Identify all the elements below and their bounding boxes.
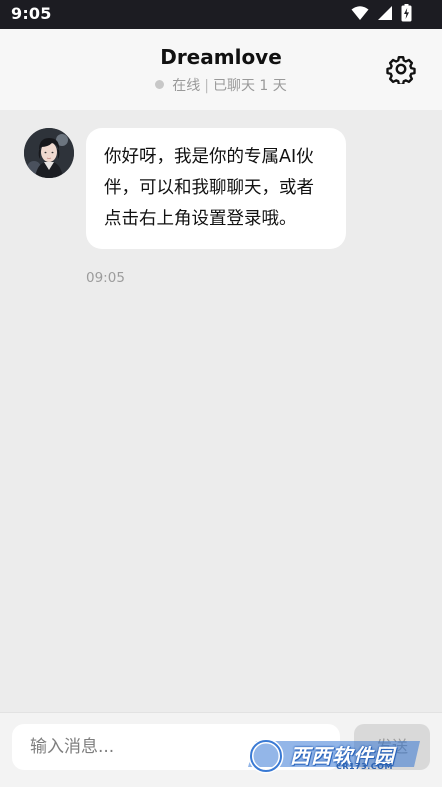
gear-icon [386, 55, 416, 88]
cellular-signal-icon [377, 5, 393, 25]
status-icons [351, 4, 412, 26]
status-time: 9:05 [11, 4, 52, 23]
online-status-dot [155, 80, 165, 89]
chat-header: Dreamlove 在线 | 已聊天 1 天 [0, 29, 442, 110]
status-bar: 9:05 [0, 0, 442, 29]
chat-message-list[interactable]: 你好呀，我是你的专属AI伙伴，可以和我聊聊天，或者点击右上角设置登录哦。 09:… [0, 110, 442, 712]
subtitle-separator: | [204, 78, 209, 94]
chat-subtitle: 在线 | 已聊天 1 天 [0, 75, 442, 95]
chat-title: Dreamlove [160, 45, 282, 69]
ai-avatar[interactable] [24, 128, 74, 178]
site-watermark: 西西软件园 CR173.COM [244, 737, 422, 775]
online-status-text: 在线 [172, 78, 201, 94]
watermark-url: CR173.COM [336, 762, 393, 771]
settings-button[interactable] [386, 54, 416, 86]
wifi-icon [351, 5, 369, 25]
battery-charging-icon [401, 4, 412, 26]
days-chatted-text: 已聊天 1 天 [212, 78, 287, 94]
message-bubble[interactable]: 你好呀，我是你的专属AI伙伴，可以和我聊聊天，或者点击右上角设置登录哦。 [86, 128, 346, 249]
message-timestamp: 09:05 [86, 270, 125, 286]
